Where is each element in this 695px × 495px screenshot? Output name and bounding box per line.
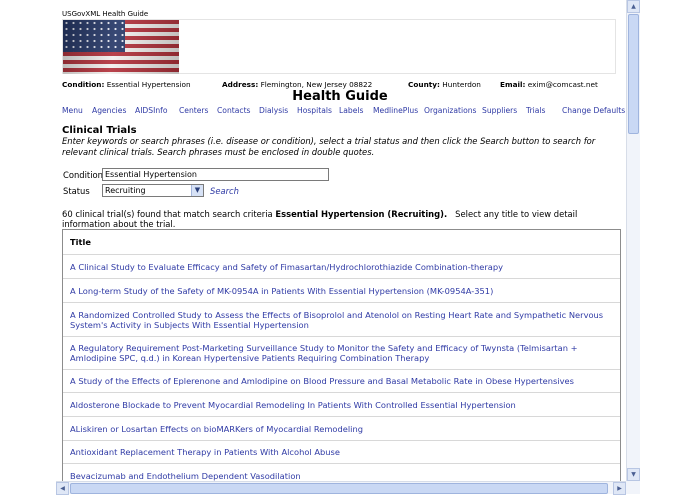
trial-title-link[interactable]: A Long-term Study of the Safety of MK-09…	[70, 286, 493, 296]
instructions: Enter keywords or search phrases (i.e. d…	[62, 136, 596, 157]
table-row: A Randomized Controlled Study to Assess …	[63, 303, 620, 337]
trial-title-link[interactable]: Antioxidant Replacement Therapy in Patie…	[70, 447, 340, 457]
table-row: A Long-term Study of the Safety of MK-09…	[63, 279, 620, 303]
horizontal-scroll-thumb[interactable]	[70, 483, 608, 494]
trial-title-link[interactable]: ALiskiren or Losartan Effects on bioMARK…	[70, 424, 363, 434]
american-flag-icon	[63, 20, 179, 74]
header-address-label: Address:	[222, 80, 259, 89]
nav-aidsinfo[interactable]: AIDSInfo	[135, 106, 167, 115]
nav-suppliers[interactable]: Suppliers	[482, 106, 517, 115]
trial-title-link[interactable]: A Regulatory Requirement Post-Marketing …	[70, 343, 578, 363]
header-condition-label: Condition:	[62, 80, 105, 89]
nav-hospitals[interactable]: Hospitals	[297, 106, 332, 115]
banner	[62, 19, 616, 74]
results-table: Title A Clinical Study to Evaluate Effic…	[62, 229, 621, 481]
table-row: Bevacizumab and Endothelium Dependent Va…	[63, 464, 620, 481]
arrow-up-icon[interactable]: ▲	[627, 0, 640, 13]
result-summary-prefix: 60 clinical trial(s) found that match se…	[62, 209, 273, 219]
nav-medlineplus[interactable]: MedlinePlus	[373, 106, 418, 115]
result-summary-criteria: Essential Hypertension (Recruiting).	[275, 209, 448, 219]
header-county-value: Hunterdon	[442, 80, 481, 89]
page-content: USGovXML Health Guide Condition: Essenti…	[0, 0, 626, 481]
vertical-scroll-thumb[interactable]	[628, 14, 639, 134]
search-button[interactable]: Search	[210, 186, 239, 196]
status-select[interactable]: Recruiting ▼	[102, 184, 204, 197]
table-header: Title	[63, 230, 620, 255]
table-row: A Study of the Effects of Eplerenone and…	[63, 370, 620, 393]
nav-menu[interactable]: Menu	[62, 106, 83, 115]
condition-input[interactable]: Essential Hypertension	[102, 168, 329, 181]
nav-centers[interactable]: Centers	[179, 106, 209, 115]
status-label: Status	[63, 186, 90, 196]
table-row: ALiskiren or Losartan Effects on bioMARK…	[63, 417, 620, 441]
nav-trials[interactable]: Trials	[526, 106, 545, 115]
arrow-down-icon[interactable]: ▼	[627, 468, 640, 481]
trial-title-link[interactable]: Bevacizumab and Endothelium Dependent Va…	[70, 471, 301, 481]
condition-label: Condition	[63, 170, 103, 180]
nav-contacts[interactable]: Contacts	[217, 106, 251, 115]
header-condition: Condition: Essential Hypertension	[62, 80, 191, 89]
table-row: A Clinical Study to Evaluate Efficacy an…	[63, 255, 620, 279]
table-row: Aldosterone Blockade to Prevent Myocardi…	[63, 393, 620, 417]
horizontal-scrollbar[interactable]: ◀ ▶	[56, 481, 626, 495]
status-select-value: Recruiting	[105, 186, 146, 195]
section-title: Clinical Trials	[62, 125, 137, 136]
table-row: A Regulatory Requirement Post-Marketing …	[63, 337, 620, 370]
scrollbar-corner	[626, 481, 640, 494]
table-row: Antioxidant Replacement Therapy in Patie…	[63, 441, 620, 464]
header-email: Email: exim@comcast.net	[500, 80, 598, 89]
header-email-value: exim@comcast.net	[527, 80, 598, 89]
result-summary: 60 clinical trial(s) found that match se…	[62, 209, 622, 229]
column-title: Title	[70, 237, 91, 247]
trial-title-link[interactable]: A Clinical Study to Evaluate Efficacy an…	[70, 262, 503, 272]
trial-title-link[interactable]: A Randomized Controlled Study to Assess …	[70, 310, 603, 330]
trial-title-link[interactable]: Aldosterone Blockade to Prevent Myocardi…	[70, 400, 516, 410]
header-county: County: Hunterdon	[408, 80, 481, 89]
header-condition-value: Essential Hypertension	[106, 80, 191, 89]
arrow-left-icon[interactable]: ◀	[56, 482, 69, 495]
nav-labels[interactable]: Labels	[339, 106, 363, 115]
trial-title-link[interactable]: A Study of the Effects of Eplerenone and…	[70, 376, 574, 386]
arrow-right-icon[interactable]: ▶	[613, 482, 626, 495]
page-title: Health Guide	[292, 89, 388, 104]
header-email-label: Email:	[500, 80, 526, 89]
header-county-label: County:	[408, 80, 440, 89]
nav-agencies[interactable]: Agencies	[92, 106, 126, 115]
vertical-scrollbar[interactable]: ▲ ▼	[626, 0, 640, 481]
header-address: Address: Flemington, New Jersey 08822	[222, 80, 372, 89]
header-address-value: Flemington, New Jersey 08822	[260, 80, 373, 89]
chevron-down-icon[interactable]: ▼	[191, 185, 203, 196]
site-title: USGovXML Health Guide	[62, 10, 149, 18]
nav-organizations[interactable]: Organizations	[424, 106, 477, 115]
nav-dialysis[interactable]: Dialysis	[259, 106, 288, 115]
nav-change-defaults[interactable]: Change Defaults	[562, 106, 625, 115]
